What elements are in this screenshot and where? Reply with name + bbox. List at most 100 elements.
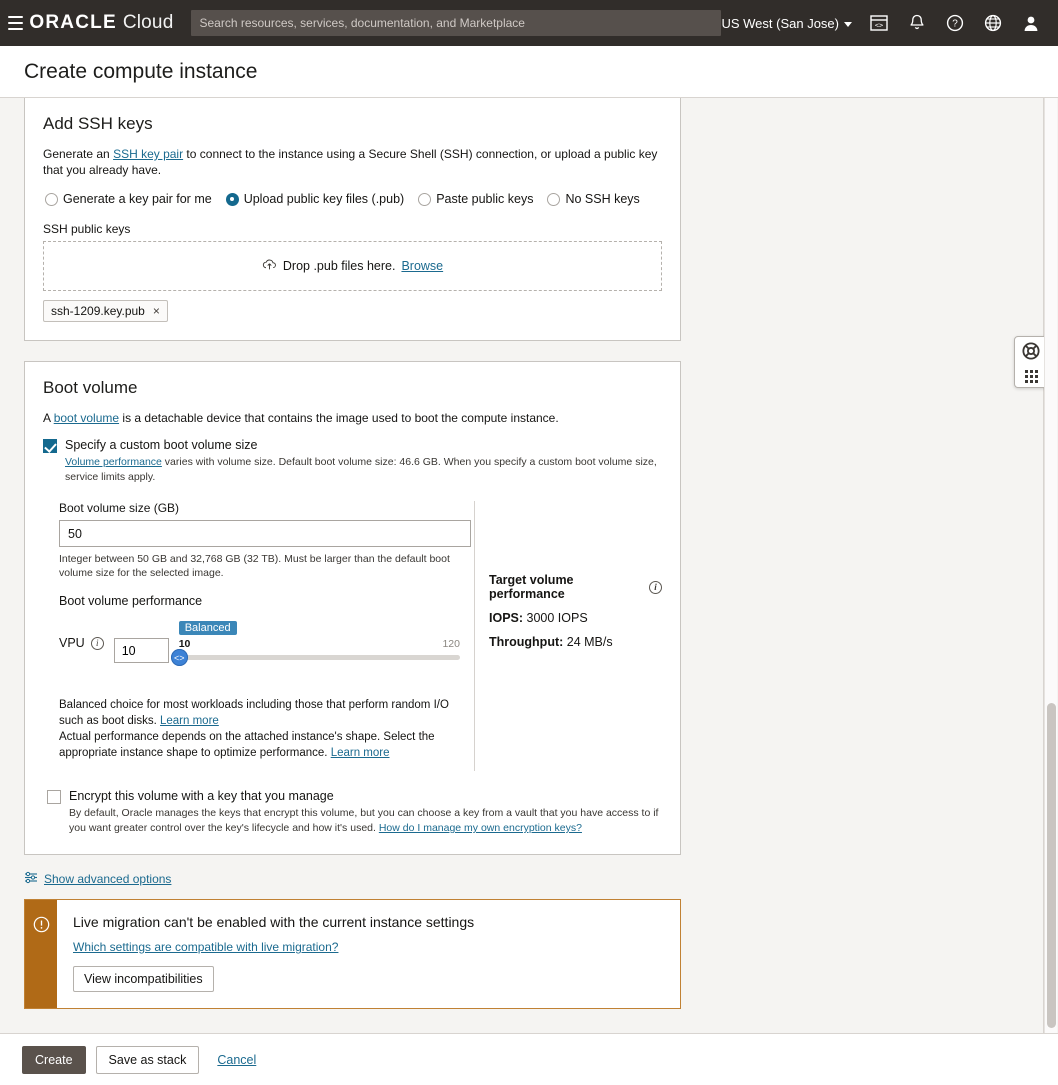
- region-label: US West (San Jose): [721, 16, 839, 31]
- custom-size-sublabel: Volume performance varies with volume si…: [65, 455, 662, 485]
- boot-desc-prefix: A: [43, 411, 54, 425]
- radio-icon: [418, 193, 431, 206]
- svg-text:?: ?: [952, 19, 958, 30]
- ssh-option-generate[interactable]: Generate a key pair for me: [45, 192, 212, 206]
- boot-size-help: Integer between 50 GB and 32,768 GB (32 …: [59, 552, 460, 580]
- page-header: Create compute instance: [0, 46, 1058, 98]
- save-as-stack-button[interactable]: Save as stack: [96, 1046, 200, 1074]
- target-throughput-row: Throughput: 24 MB/s: [489, 635, 662, 649]
- page-scrollbar[interactable]: [1044, 98, 1057, 1033]
- vpu-note-balanced: Balanced choice for most workloads inclu…: [59, 697, 460, 729]
- lifebuoy-icon: [1021, 341, 1041, 366]
- vpu-badge: Balanced: [179, 621, 237, 635]
- hamburger-icon[interactable]: [8, 10, 23, 36]
- uploaded-file-chip: ssh-1209.key.pub ×: [43, 300, 168, 322]
- boot-volume-left-column: Boot volume size (GB) Integer between 50…: [43, 501, 475, 771]
- page-title: Create compute instance: [24, 60, 257, 84]
- radio-icon: [45, 193, 58, 206]
- ssh-option-paste[interactable]: Paste public keys: [418, 192, 533, 206]
- svg-text:<>: <>: [875, 22, 883, 30]
- ssh-option-label: No SSH keys: [565, 192, 639, 206]
- file-name: ssh-1209.key.pub: [51, 304, 145, 318]
- ssh-option-upload[interactable]: Upload public key files (.pub): [226, 192, 405, 206]
- ssh-desc-prefix: Generate an: [43, 147, 113, 161]
- boot-volume-size-input[interactable]: [59, 520, 471, 547]
- encryption-keys-link[interactable]: How do I manage my own encryption keys?: [379, 822, 582, 834]
- boot-desc-suffix: is a detachable device that contains the…: [119, 411, 559, 425]
- volume-performance-link[interactable]: Volume performance: [65, 456, 162, 468]
- region-selector[interactable]: US West (San Jose): [721, 16, 852, 31]
- help-icon[interactable]: ?: [944, 12, 966, 34]
- vpu-slider-thumb[interactable]: <>: [171, 649, 188, 666]
- vpu-label: VPU: [59, 636, 85, 650]
- encrypt-volume-label: Encrypt this volume with a key that you …: [69, 789, 662, 803]
- warning-title: Live migration can't be enabled with the…: [73, 914, 474, 930]
- iops-value: 3000 IOPS: [523, 611, 588, 625]
- ssh-public-keys-label: SSH public keys: [43, 222, 662, 236]
- grid-dots-icon: [1025, 370, 1038, 383]
- learn-more-link-2[interactable]: Learn more: [331, 747, 390, 759]
- search-input[interactable]: [191, 10, 721, 36]
- boot-size-label: Boot volume size (GB): [59, 501, 460, 515]
- encrypt-volume-sublabel: By default, Oracle manages the keys that…: [69, 806, 662, 836]
- dropzone-text: Drop .pub files here.: [283, 259, 396, 273]
- ssh-keys-title: Add SSH keys: [43, 114, 662, 134]
- boot-volume-title: Boot volume: [43, 378, 662, 398]
- vpu-slider-track[interactable]: <>: [179, 655, 460, 660]
- exclamation-circle-icon: [33, 916, 50, 938]
- ssh-option-label: Upload public key files (.pub): [244, 192, 405, 206]
- boot-performance-label: Boot volume performance: [59, 594, 460, 608]
- vpu-row: VPU i Balanced 10 120 <>: [59, 616, 460, 663]
- custom-size-checkbox-row[interactable]: Specify a custom boot volume size Volume…: [43, 438, 662, 485]
- cancel-link[interactable]: Cancel: [217, 1053, 256, 1067]
- custom-size-checkbox[interactable]: [43, 439, 57, 453]
- ssh-key-dropzone[interactable]: Drop .pub files here. Browse: [43, 241, 662, 291]
- remove-file-icon[interactable]: ×: [153, 305, 160, 317]
- vpu-note-actual: Actual performance depends on the attach…: [59, 729, 460, 761]
- globe-icon[interactable]: [982, 12, 1004, 34]
- profile-icon[interactable]: [1020, 12, 1042, 34]
- warning-accent-bar: [25, 900, 57, 1008]
- help-widget[interactable]: [1014, 336, 1048, 388]
- info-icon[interactable]: i: [91, 637, 104, 650]
- encrypt-volume-row[interactable]: Encrypt this volume with a key that you …: [47, 789, 662, 836]
- ssh-key-option-group: Generate a key pair for me Upload public…: [45, 192, 662, 206]
- ssh-option-none[interactable]: No SSH keys: [547, 192, 639, 206]
- upload-cloud-icon: [262, 258, 277, 274]
- boot-volume-description: A boot volume is a detachable device tha…: [43, 410, 662, 426]
- info-icon[interactable]: i: [649, 581, 662, 594]
- radio-icon: [547, 193, 560, 206]
- browse-link[interactable]: Browse: [401, 259, 443, 273]
- show-advanced-options-link[interactable]: Show advanced options: [44, 872, 171, 886]
- ssh-key-pair-link[interactable]: SSH key pair: [113, 147, 183, 161]
- ssh-keys-description: Generate an SSH key pair to connect to t…: [43, 146, 662, 178]
- vpu-label-group: VPU i: [59, 616, 104, 650]
- oracle-cloud-logo[interactable]: ORACLE Cloud: [29, 12, 173, 34]
- ssh-option-label: Paste public keys: [436, 192, 533, 206]
- boot-volume-config-grid: Boot volume size (GB) Integer between 50…: [43, 501, 662, 771]
- vpu-note-1-text: Balanced choice for most workloads inclu…: [59, 699, 449, 727]
- create-button[interactable]: Create: [22, 1046, 86, 1074]
- top-navigation-bar: ORACLE Cloud US West (San Jose) <> ?: [0, 0, 1058, 46]
- ssh-keys-card: Add SSH keys Generate an SSH key pair to…: [24, 98, 681, 341]
- form-footer: Create Save as stack Cancel: [0, 1033, 1058, 1085]
- vpu-max-tick: 120: [442, 638, 460, 650]
- logo-oracle-text: ORACLE: [29, 12, 116, 34]
- boot-volume-card: Boot volume A boot volume is a detachabl…: [24, 361, 681, 855]
- show-advanced-options-row[interactable]: Show advanced options: [24, 871, 1040, 887]
- vpu-input[interactable]: [114, 638, 169, 663]
- target-performance-panel: Target volume performance i IOPS: 3000 I…: [475, 501, 662, 771]
- learn-more-link-1[interactable]: Learn more: [160, 715, 219, 727]
- warning-body: Live migration can't be enabled with the…: [57, 900, 490, 1008]
- encrypt-volume-checkbox[interactable]: [47, 790, 61, 804]
- bell-icon[interactable]: [906, 12, 928, 34]
- scrollbar-thumb[interactable]: [1047, 703, 1056, 1028]
- view-incompatibilities-button[interactable]: View incompatibilities: [73, 966, 214, 992]
- cloud-shell-icon[interactable]: <>: [868, 12, 890, 34]
- live-migration-warning-banner: Live migration can't be enabled with the…: [24, 899, 681, 1009]
- throughput-value: 24 MB/s: [563, 635, 612, 649]
- live-migration-compat-link[interactable]: Which settings are compatible with live …: [73, 940, 474, 954]
- chevron-down-icon: [844, 22, 852, 27]
- target-iops-row: IOPS: 3000 IOPS: [489, 611, 662, 625]
- boot-volume-link[interactable]: boot volume: [54, 411, 119, 425]
